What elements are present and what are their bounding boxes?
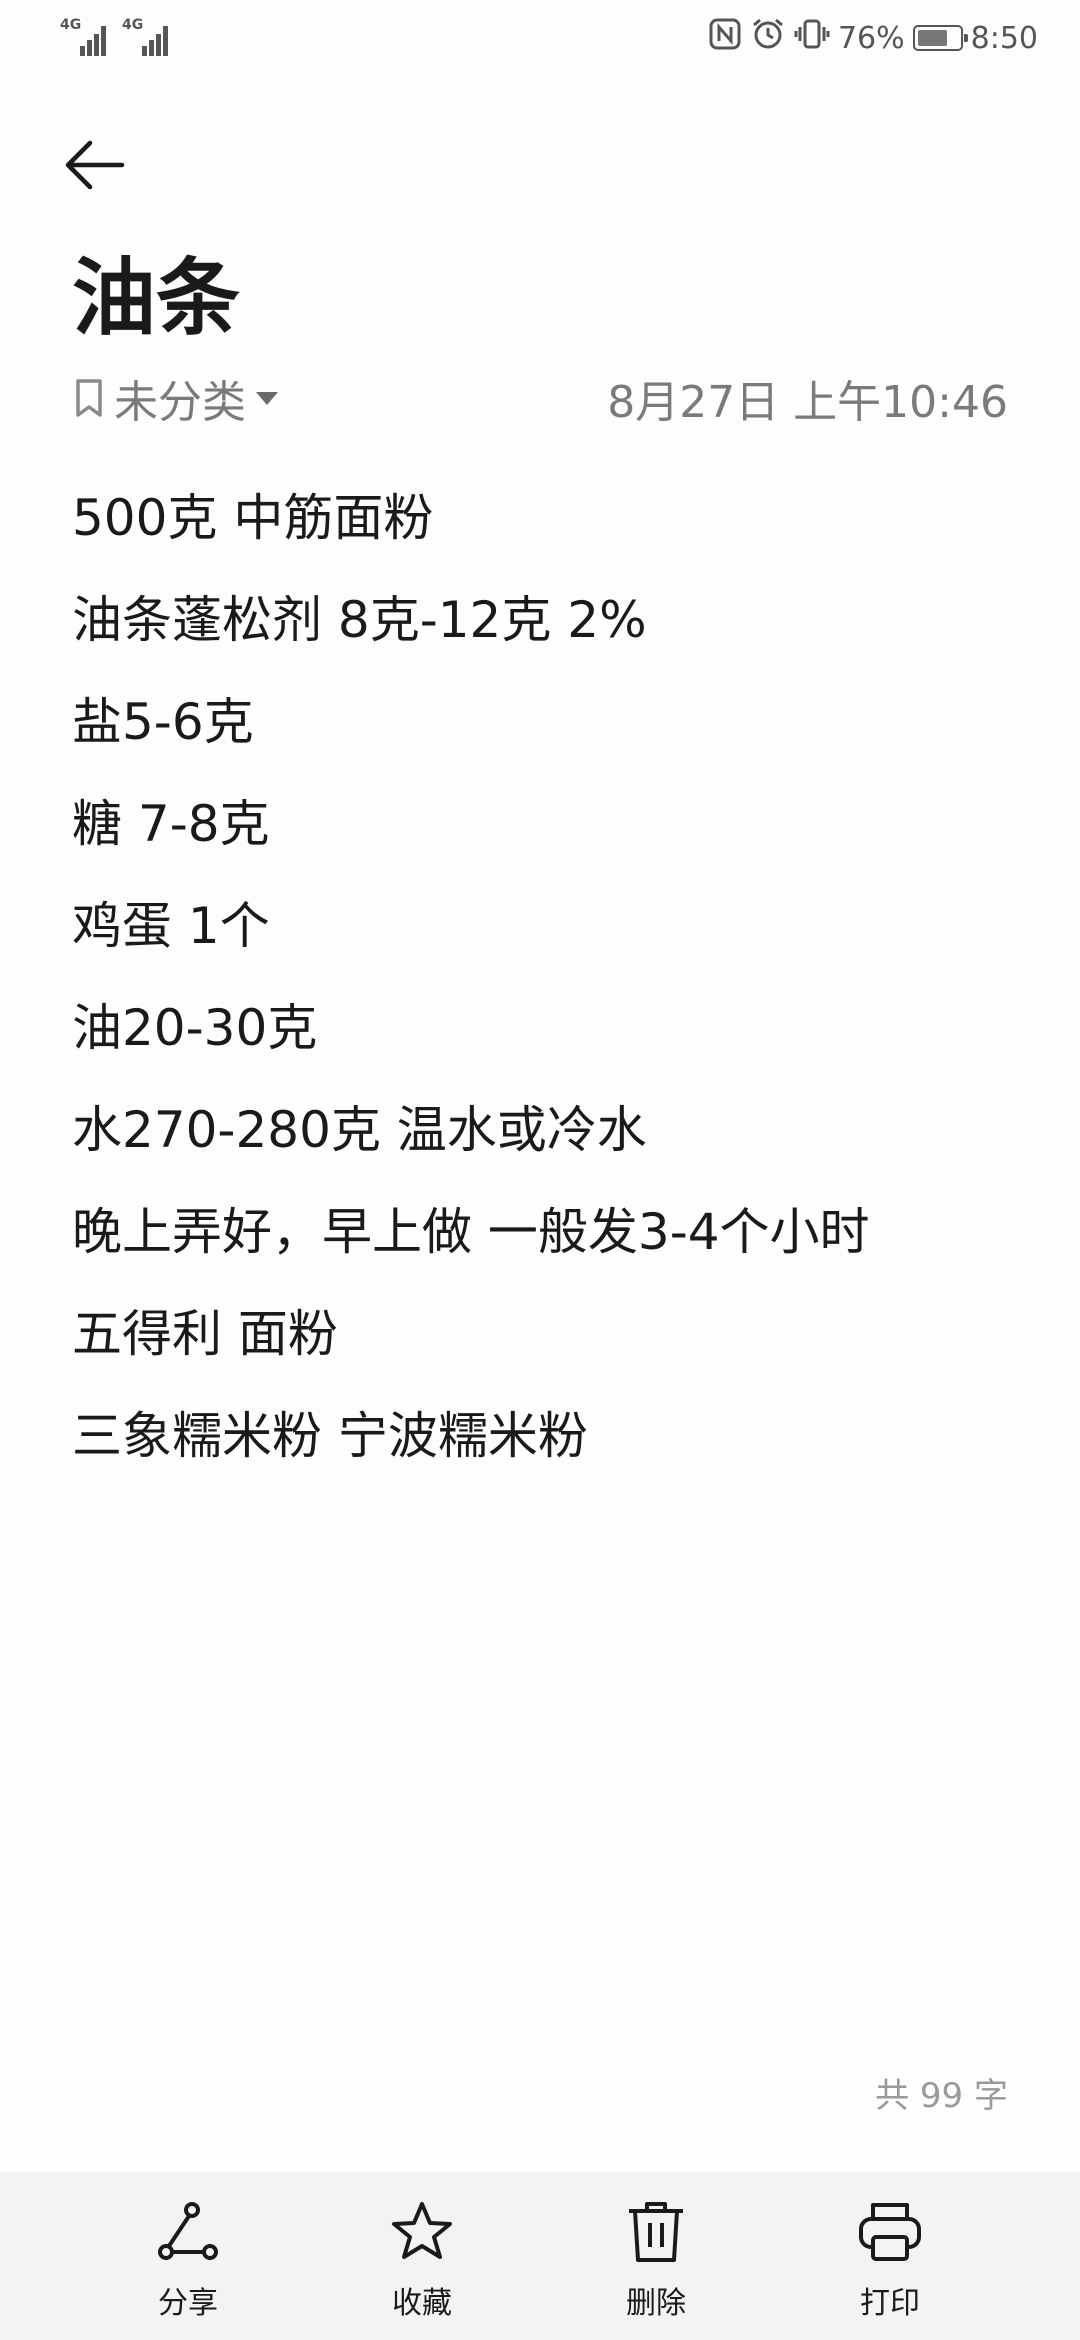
note-line: 油条蓬松剂 8克-12克 2%: [72, 591, 647, 649]
nfc-icon: [708, 17, 742, 59]
status-right: 76% 8:50: [708, 16, 1038, 60]
note-line: 500克 中筋面粉: [72, 489, 434, 547]
printer-icon: [859, 2203, 921, 2261]
network-type-label: 4G: [122, 17, 144, 33]
signal-strength-icon: 4G: [60, 18, 112, 56]
note-line: 水270-280克 温水或冷水: [72, 1101, 647, 1159]
note-meta: 未分类 8月27日 上午10:46: [72, 368, 1008, 428]
note-line: 五得利 面粉: [72, 1305, 338, 1363]
share-icon: [158, 2202, 218, 2260]
signal-strength-icon: 4G: [122, 18, 174, 56]
battery-icon: [912, 25, 968, 51]
print-button[interactable]: 打印: [820, 2196, 960, 2322]
vibrate-icon: [794, 16, 830, 60]
delete-label: 删除: [626, 2286, 686, 2321]
signal-group: 4G 4G: [60, 18, 174, 56]
trash-icon: [629, 2202, 683, 2262]
alarm-icon: [750, 16, 786, 60]
note-title[interactable]: 油条: [72, 248, 240, 348]
note-line: 晚上弄好，早上做 一般发3-4个小时: [72, 1203, 870, 1261]
bookmark-icon: [76, 379, 102, 417]
favorite-button[interactable]: 收藏: [352, 2196, 492, 2322]
note-line: 盐5-6克: [72, 693, 254, 751]
note-line: 糖 7-8克: [72, 795, 270, 853]
favorite-label: 收藏: [392, 2286, 452, 2321]
delete-button[interactable]: 删除: [586, 2196, 726, 2322]
word-count: 共 99 字: [875, 2076, 1008, 2116]
category-label: 未分类: [114, 377, 246, 428]
dropdown-arrow-icon: [256, 392, 278, 405]
status-bar: 4G 4G 76% 8:50: [0, 0, 1080, 80]
back-button[interactable]: [60, 120, 150, 210]
battery-percent: 76%: [837, 20, 905, 56]
network-type-label: 4G: [60, 17, 82, 33]
category-selector[interactable]: 未分类: [72, 366, 280, 430]
bottom-toolbar: 分享 收藏 删除 打印: [0, 2172, 1080, 2340]
share-label: 分享: [158, 2286, 218, 2321]
print-label: 打印: [860, 2286, 920, 2321]
share-button[interactable]: 分享: [118, 2196, 258, 2322]
back-arrow-icon: [65, 140, 125, 190]
clock: 8:50: [970, 20, 1038, 56]
star-icon: [392, 2202, 452, 2259]
note-line: 鸡蛋 1个: [72, 897, 270, 955]
note-line: 三象糯米粉 宁波糯米粉: [72, 1407, 588, 1465]
note-date: 8月27日 上午10:46: [607, 377, 1008, 428]
note-line: 油20-30克: [72, 999, 318, 1057]
note-body[interactable]: 500克 中筋面粉油条蓬松剂 8克-12克 2% 盐5-6克糖 7-8克 鸡蛋 1个…: [72, 478, 1012, 1498]
